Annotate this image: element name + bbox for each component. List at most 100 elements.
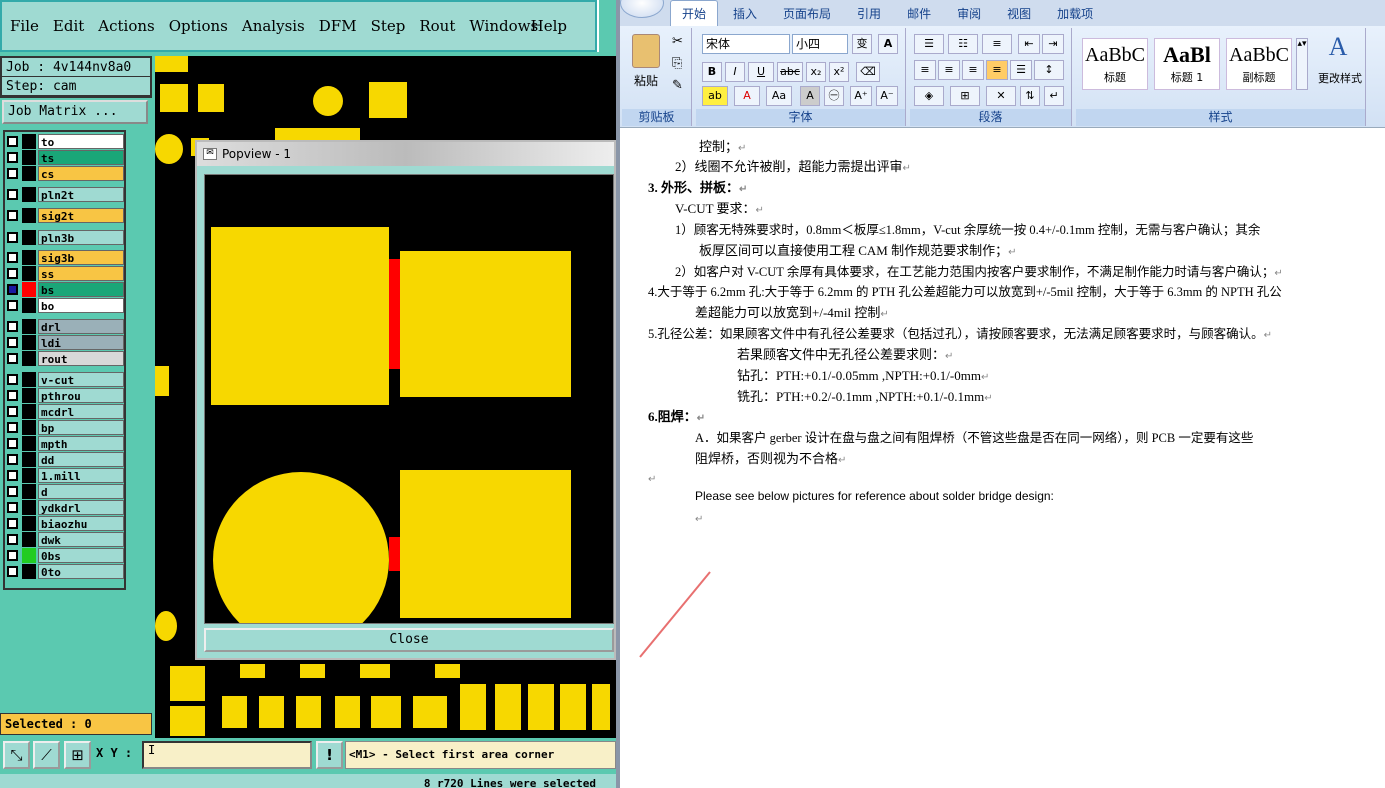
- layer-row-sig3b[interactable]: sig3b: [7, 250, 124, 265]
- layer-checkbox[interactable]: [7, 374, 18, 385]
- layer-name[interactable]: biaozhu: [38, 516, 124, 531]
- layer-checkbox[interactable]: [7, 566, 18, 577]
- sort-icon[interactable]: ⇅: [1020, 86, 1040, 106]
- font-color-icon[interactable]: A: [734, 86, 760, 106]
- layer-name[interactable]: to: [38, 134, 124, 149]
- justify-icon[interactable]: ≡: [986, 60, 1008, 80]
- layer-name[interactable]: bp: [38, 420, 124, 435]
- menu-windows[interactable]: Windows: [469, 17, 538, 35]
- layer-name[interactable]: mpth: [38, 436, 124, 451]
- menu-edit[interactable]: Edit: [53, 17, 84, 35]
- layer-checkbox[interactable]: [7, 534, 18, 545]
- layer-checkbox[interactable]: [7, 321, 18, 332]
- bold-icon[interactable]: B: [702, 62, 722, 82]
- layer-checkbox[interactable]: [7, 502, 18, 513]
- strikethrough-icon[interactable]: abc: [777, 62, 803, 82]
- layer-name[interactable]: pln2t: [38, 187, 124, 202]
- bullets-icon[interactable]: ☰: [914, 34, 944, 54]
- tab-mailings[interactable]: 邮件: [896, 1, 942, 26]
- layer-checkbox[interactable]: [7, 136, 18, 147]
- layer-checkbox[interactable]: [7, 390, 18, 401]
- align-right-icon[interactable]: ≡: [962, 60, 984, 80]
- layer-row-biaozhu[interactable]: biaozhu: [7, 516, 124, 531]
- layer-name[interactable]: bo: [38, 298, 124, 313]
- layer-row-bp[interactable]: bp: [7, 420, 124, 435]
- layer-checkbox[interactable]: [7, 152, 18, 163]
- show-marks-icon[interactable]: ↵: [1044, 86, 1064, 106]
- multilevel-list-icon[interactable]: ≡: [982, 34, 1012, 54]
- change-styles-icon[interactable]: A: [1318, 32, 1358, 62]
- layer-name[interactable]: ss: [38, 266, 124, 281]
- popview-canvas[interactable]: [204, 174, 614, 624]
- enclose-char-icon[interactable]: ㊀: [824, 86, 844, 106]
- layer-name[interactable]: ts: [38, 150, 124, 165]
- increase-indent-icon[interactable]: ⇥: [1042, 34, 1064, 54]
- paste-label[interactable]: 粘贴: [634, 72, 658, 89]
- layer-name[interactable]: mcdrl: [38, 404, 124, 419]
- layer-name[interactable]: 0bs: [38, 548, 124, 563]
- menu-analysis[interactable]: Analysis: [242, 17, 305, 35]
- menu-options[interactable]: Options: [169, 17, 228, 35]
- tab-addins[interactable]: 加载项: [1046, 1, 1104, 26]
- layer-checkbox[interactable]: [7, 470, 18, 481]
- job-matrix-button[interactable]: Job Matrix ...: [2, 100, 148, 124]
- tab-page-layout[interactable]: 页面布局: [772, 1, 842, 26]
- layer-row-0bs[interactable]: 0bs: [7, 548, 124, 563]
- cut-icon[interactable]: ✂: [672, 34, 683, 49]
- layer-row-mcdrl[interactable]: mcdrl: [7, 404, 124, 419]
- align-left-icon[interactable]: ≡: [914, 60, 936, 80]
- layer-row-pln3b[interactable]: pln3b: [7, 230, 124, 245]
- layer-row-d[interactable]: d: [7, 484, 124, 499]
- layer-row-mpth[interactable]: mpth: [7, 436, 124, 451]
- close-button[interactable]: Close: [204, 628, 614, 652]
- layer-checkbox[interactable]: [7, 189, 18, 200]
- layer-row-0to[interactable]: 0to: [7, 564, 124, 579]
- shrink-font-icon[interactable]: A⁻: [876, 86, 898, 106]
- layer-checkbox[interactable]: [7, 406, 18, 417]
- popview-titlebar[interactable]: ✉ Popview - 1: [197, 142, 614, 166]
- line-spacing-icon[interactable]: ↕: [1034, 60, 1064, 80]
- font-name-select[interactable]: 宋体: [702, 34, 790, 54]
- italic-icon[interactable]: I: [725, 62, 745, 82]
- layer-row-v-cut[interactable]: v-cut: [7, 372, 124, 387]
- distribute-icon[interactable]: ☰: [1010, 60, 1032, 80]
- layer-name[interactable]: 0to: [38, 564, 124, 579]
- subscript-icon[interactable]: x₂: [806, 62, 826, 82]
- highlight-icon[interactable]: ab: [702, 86, 728, 106]
- layer-name[interactable]: 1.mill: [38, 468, 124, 483]
- layer-row-ts[interactable]: ts: [7, 150, 124, 165]
- align-center-icon[interactable]: ≡: [938, 60, 960, 80]
- layer-row-drl[interactable]: drl: [7, 319, 124, 334]
- layer-checkbox[interactable]: [7, 252, 18, 263]
- layer-name[interactable]: sig2t: [38, 208, 124, 223]
- layer-checkbox[interactable]: [7, 438, 18, 449]
- document-body[interactable]: 控制；↵ 2）线圈不允许被削，超能力需提出评审↵ 3. 外形、拼板：↵ V-CU…: [620, 130, 1385, 788]
- numbering-icon[interactable]: ☷: [948, 34, 978, 54]
- menu-actions[interactable]: Actions: [98, 17, 154, 35]
- layer-checkbox[interactable]: [7, 210, 18, 221]
- clear-format-icon[interactable]: ⌫: [856, 62, 880, 82]
- menu-help[interactable]: Help: [531, 17, 567, 35]
- layer-row-dd[interactable]: dd: [7, 452, 124, 467]
- grow-font-icon[interactable]: A⁺: [850, 86, 872, 106]
- font-size-select[interactable]: 小四: [792, 34, 848, 54]
- styles-scroll[interactable]: ▴▾: [1296, 38, 1308, 90]
- underline-icon[interactable]: U: [748, 62, 774, 82]
- char-shading-icon[interactable]: A: [800, 86, 820, 106]
- menu-file[interactable]: File: [10, 17, 39, 35]
- layer-name[interactable]: bs: [38, 282, 124, 297]
- chinese-layout-icon[interactable]: ✕: [986, 86, 1016, 106]
- superscript-icon[interactable]: x²: [829, 62, 849, 82]
- layer-row-pln2t[interactable]: pln2t: [7, 187, 124, 202]
- layer-row-cs[interactable]: cs: [7, 166, 124, 181]
- layer-checkbox[interactable]: [7, 454, 18, 465]
- layer-row-dwk[interactable]: dwk: [7, 532, 124, 547]
- snap-grid-icon[interactable]: ⊞: [64, 741, 91, 769]
- shading-icon[interactable]: ◈: [914, 86, 944, 106]
- borders-icon[interactable]: ⊞: [950, 86, 980, 106]
- menu-rout[interactable]: Rout: [419, 17, 455, 35]
- style-subtitle[interactable]: AaBbC 副标题: [1226, 38, 1292, 90]
- layer-row-bo[interactable]: bo: [7, 298, 124, 313]
- layer-name[interactable]: rout: [38, 351, 124, 366]
- layer-checkbox[interactable]: [7, 168, 18, 179]
